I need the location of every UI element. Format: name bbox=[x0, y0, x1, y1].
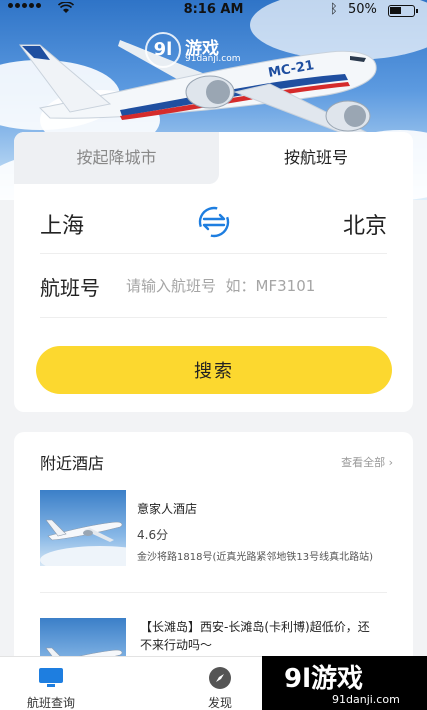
monitor-icon bbox=[39, 668, 63, 687]
swap-arrows-icon[interactable] bbox=[196, 204, 232, 240]
search-button[interactable]: 搜索 bbox=[36, 346, 392, 394]
promo-description: 【长滩岛】西安-长滩岛(卡利博)超低价，还不来行动吗～ bbox=[140, 620, 370, 652]
arrival-city[interactable]: 北京 bbox=[343, 208, 387, 240]
view-all-link[interactable]: 查看全部 › bbox=[341, 454, 393, 470]
departure-city[interactable]: 上海 bbox=[40, 208, 84, 240]
watermark-url: 91danji.com bbox=[332, 693, 400, 706]
nearby-hotels-card: 附近酒店 查看全部 › 意家人酒店 4.6分 金沙将路1818号(近真光路紧邻地… bbox=[14, 432, 413, 672]
watermark-badge: 9l bbox=[145, 32, 181, 68]
flight-number-input[interactable] bbox=[126, 270, 386, 302]
compass-icon bbox=[209, 667, 231, 689]
nav-label: 航班查询 bbox=[26, 696, 75, 710]
section-title: 附近酒店 bbox=[40, 454, 105, 473]
battery-percent: 50% bbox=[348, 2, 377, 17]
flight-number-row: 航班号 bbox=[40, 258, 387, 318]
battery-icon bbox=[388, 5, 418, 17]
watermark-logo-top: 9l 游戏 91danji.com bbox=[145, 32, 245, 70]
watermark-logo-bottom: 9l游戏 91danji.com bbox=[262, 656, 427, 710]
nav-discover[interactable]: 发现 bbox=[170, 657, 270, 710]
tab-by-flight-number[interactable]: 按航班号 bbox=[219, 132, 413, 184]
nav-flight-query[interactable]: 航班查询 bbox=[1, 657, 101, 710]
list-item[interactable]: 意家人酒店 4.6分 金沙将路1818号(近真光路紧邻地铁13号线真北路站) bbox=[40, 490, 387, 570]
nav-label: 发现 bbox=[207, 696, 232, 710]
hotel-name: 意家人酒店 bbox=[137, 502, 198, 516]
hotel-score: 4.6分 bbox=[137, 528, 169, 542]
watermark-text: 9l游戏 bbox=[284, 664, 364, 694]
tab-by-city[interactable]: 按起降城市 bbox=[14, 132, 219, 184]
bluetooth-icon: ᛒ bbox=[330, 2, 338, 17]
hotel-address: 金沙将路1818号(近真光路紧邻地铁13号线真北路站) bbox=[137, 552, 373, 563]
hotel-thumbnail bbox=[40, 490, 126, 566]
search-mode-tabs: 按起降城市 按航班号 bbox=[14, 132, 413, 184]
divider bbox=[40, 592, 387, 593]
watermark-url: 91danji.com bbox=[185, 54, 241, 64]
status-bar: 8:16 AM ᛒ 50% bbox=[0, 0, 427, 22]
route-row: 上海 北京 bbox=[40, 202, 387, 254]
flight-number-label: 航班号 bbox=[40, 276, 100, 300]
flight-search-card: 按起降城市 按航班号 上海 北京 航班号 搜索 bbox=[14, 132, 413, 412]
